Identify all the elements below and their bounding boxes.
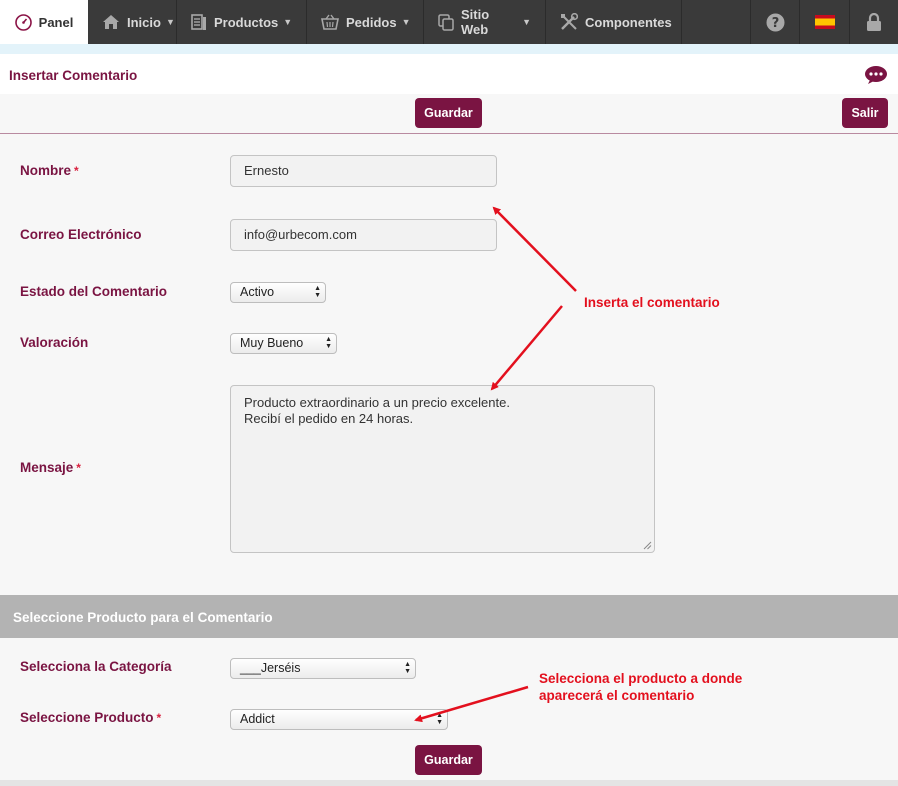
email-field[interactable]: info@urbecom.com — [230, 219, 497, 251]
nav-componentes[interactable]: Componentes — [546, 0, 682, 44]
save-button-bottom[interactable]: Guardar — [415, 745, 482, 775]
nav-inicio-label: Inicio — [127, 14, 161, 30]
svg-text:?: ? — [771, 16, 779, 31]
top-navbar: Panel Inicio ▼ Productos ▼ Pedidos ▼ Sit… — [0, 0, 898, 44]
categoria-label: Selecciona la Categoría — [20, 659, 172, 674]
nav-panel[interactable]: Panel — [0, 0, 88, 44]
nav-pedidos[interactable]: Pedidos ▼ — [307, 0, 424, 44]
nav-sitio-web-label: Sitio Web — [461, 7, 490, 37]
nav-componentes-label: Componentes — [585, 14, 672, 30]
nav-productos[interactable]: Productos ▼ — [177, 0, 307, 44]
estado-label: Estado del Comentario — [20, 284, 168, 299]
mensaje-label: Mensaje * — [20, 460, 81, 475]
select-arrows-icon: ▲ ▼ — [314, 285, 321, 299]
estado-select-value: Activo — [240, 285, 275, 299]
chevron-down-icon: ▼ — [401, 17, 411, 27]
correo-label: Correo Electrónico — [20, 227, 142, 242]
mensaje-textarea[interactable]: Producto extraordinario a un precio exce… — [230, 385, 655, 553]
nav-panel-label: Panel — [38, 14, 74, 30]
annotation-inserta: Inserta el comentario — [584, 295, 720, 310]
mensaje-line-2: Recibí el pedido en 24 horas. — [244, 411, 414, 426]
nav-inicio[interactable]: Inicio ▼ — [88, 0, 177, 44]
spain-flag-icon — [814, 15, 835, 29]
resize-handle-icon[interactable] — [643, 541, 652, 550]
categoria-select[interactable]: ___Jerséis ▲ ▼ — [230, 658, 416, 679]
copy-icon — [438, 13, 454, 31]
select-arrows-icon: ▲ ▼ — [404, 661, 411, 675]
home-icon — [102, 14, 120, 30]
producto-label: Seleccione Producto * — [20, 710, 161, 725]
producto-select[interactable]: Addict ▲ ▼ — [230, 709, 448, 730]
lock-icon — [867, 12, 881, 31]
arrow-to-nombre — [492, 206, 577, 292]
categoria-select-value: ___Jerséis — [240, 661, 301, 675]
tools-icon — [560, 13, 578, 31]
nav-sitio-web[interactable]: Sitio Web ▼ — [424, 0, 546, 44]
annotation-selecciona: Selecciona el producto a donde aparecerá… — [539, 670, 742, 704]
annotation-selecciona-line-2: aparecerá el comentario — [539, 688, 695, 703]
help-icon: ? — [766, 13, 784, 31]
products-icon — [191, 13, 207, 31]
chevron-down-icon: ▼ — [165, 17, 175, 27]
exit-button[interactable]: Salir — [842, 98, 888, 128]
nombre-label: Nombre * — [20, 163, 79, 178]
producto-label-text: Seleccione Producto — [20, 710, 154, 725]
producto-select-value: Addict — [240, 712, 275, 726]
chevron-down-icon: ▼ — [283, 17, 293, 27]
nav-pedidos-label: Pedidos — [346, 14, 397, 30]
nombre-label-text: Nombre — [20, 163, 72, 178]
bottom-strip — [0, 780, 898, 786]
chevron-down-icon: ▼ — [522, 17, 531, 27]
select-arrows-icon: ▲ ▼ — [325, 336, 332, 350]
title-bar: Insertar Comentario — [0, 54, 898, 94]
annotation-selecciona-line-1: Selecciona el producto a donde — [539, 671, 743, 686]
sub-bar — [0, 44, 898, 54]
required-marker: * — [156, 711, 162, 725]
product-section-title: Seleccione Producto para el Comentario — [13, 610, 273, 625]
help-button[interactable]: ? — [750, 0, 799, 44]
nombre-field[interactable]: Ernesto — [230, 155, 497, 187]
language-button[interactable] — [799, 0, 849, 44]
required-marker: * — [76, 461, 81, 475]
save-button[interactable]: Guardar — [415, 98, 482, 128]
logout-button[interactable] — [849, 0, 898, 44]
required-marker: * — [74, 164, 79, 178]
speedometer-icon — [14, 13, 32, 31]
select-arrows-icon: ▲ ▼ — [436, 712, 443, 726]
estado-select[interactable]: Activo ▲ ▼ — [230, 282, 326, 303]
valoracion-select[interactable]: Muy Bueno ▲ ▼ — [230, 333, 337, 354]
nav-productos-label: Productos — [214, 14, 279, 30]
basket-icon — [321, 14, 339, 30]
mensaje-line-1: Producto extraordinario a un precio exce… — [244, 395, 510, 410]
valoracion-label: Valoración — [20, 335, 89, 350]
product-section-header: Seleccione Producto para el Comentario — [0, 595, 898, 638]
valoracion-select-value: Muy Bueno — [240, 336, 304, 350]
action-toolbar: Guardar Salir — [0, 94, 898, 134]
arrow-to-mensaje — [490, 305, 563, 391]
chat-icon[interactable] — [864, 65, 888, 90]
page-title: Insertar Comentario — [9, 68, 138, 83]
mensaje-label-text: Mensaje — [20, 460, 74, 475]
